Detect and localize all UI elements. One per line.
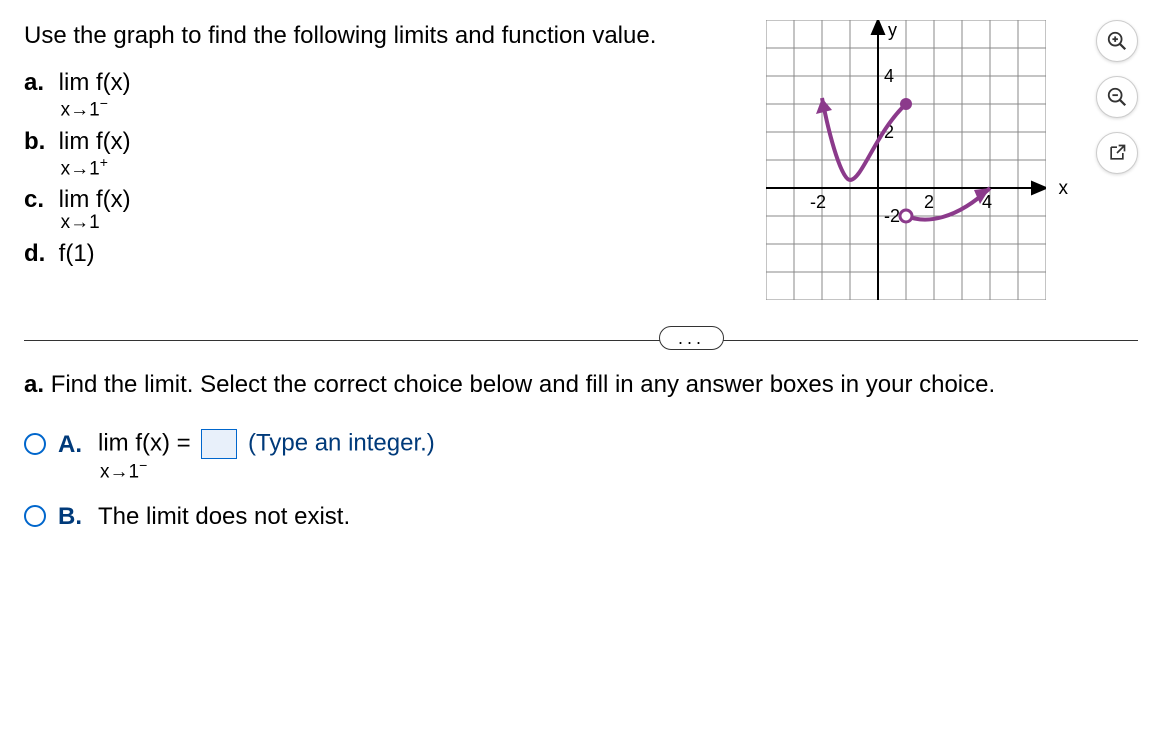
- part-a-approach: x→1−: [59, 95, 131, 121]
- choice-b-radio[interactable]: [24, 505, 46, 527]
- question-prompt-label: a.: [24, 371, 44, 398]
- instructions: Use the graph to find the following limi…: [24, 20, 746, 51]
- closed-point: [900, 98, 912, 110]
- part-d: d. f(1): [24, 240, 746, 268]
- part-b-label: b.: [24, 128, 52, 156]
- tick-xn2: -2: [810, 192, 826, 212]
- x-axis-label: x: [1059, 178, 1069, 200]
- tick-y4: 4: [884, 66, 894, 86]
- parts-list: a. lim f(x) x→1− b. lim f(x) x→1+ c. lim…: [24, 69, 746, 268]
- graph-svg: y 4 2 -2 -2 2 4: [766, 20, 1046, 300]
- part-b-lim: lim f(x): [59, 128, 131, 156]
- graph: y 4 2 -2 -2 2 4 x: [766, 20, 1046, 300]
- separator: ...: [24, 340, 1138, 341]
- choice-a-lim: lim f(x) = (Type an integer.): [98, 429, 435, 459]
- choice-a-answer-input[interactable]: [201, 429, 237, 459]
- part-c: c. lim f(x) x→1: [24, 186, 746, 234]
- part-a-label: a.: [24, 69, 52, 97]
- choice-a-label: A.: [58, 431, 86, 459]
- part-a: a. lim f(x) x→1−: [24, 69, 746, 121]
- zoom-out-button[interactable]: [1096, 76, 1138, 118]
- part-c-approach: x→1: [59, 212, 131, 234]
- zoom-in-icon: [1106, 30, 1128, 52]
- tick-x2: 2: [924, 192, 934, 212]
- open-external-icon: [1107, 143, 1127, 163]
- choice-b-text: The limit does not exist.: [98, 503, 350, 531]
- part-d-text: f(1): [59, 240, 95, 267]
- part-c-label: c.: [24, 186, 52, 214]
- part-c-lim: lim f(x): [59, 186, 131, 214]
- open-external-button[interactable]: [1096, 132, 1138, 174]
- part-b-approach: x→1+: [59, 154, 131, 180]
- choice-a-row: A. lim f(x) = (Type an integer.) x→1−: [24, 429, 1138, 483]
- part-b: b. lim f(x) x→1+: [24, 128, 746, 180]
- icon-column: [1096, 20, 1138, 174]
- y-axis-label: y: [888, 20, 897, 40]
- problem-text: Use the graph to find the following limi…: [24, 20, 746, 274]
- choice-a-hint: (Type an integer.): [248, 429, 435, 456]
- question-prompt: a. Find the limit. Select the correct ch…: [24, 371, 1138, 399]
- question-section: a. Find the limit. Select the correct ch…: [24, 371, 1138, 531]
- part-d-label: d.: [24, 240, 52, 268]
- choice-a-radio[interactable]: [24, 433, 46, 455]
- question-prompt-text: Find the limit. Select the correct choic…: [51, 371, 995, 398]
- separator-line: [24, 340, 1138, 341]
- open-point: [900, 210, 912, 222]
- expand-button[interactable]: ...: [659, 326, 724, 350]
- choice-b-row: B. The limit does not exist.: [24, 501, 1138, 531]
- part-a-lim: lim f(x): [59, 69, 131, 97]
- zoom-in-button[interactable]: [1096, 20, 1138, 62]
- choice-b-label: B.: [58, 503, 86, 531]
- choice-a-approach: x→1−: [98, 457, 435, 483]
- tick-yn2: -2: [884, 206, 900, 226]
- zoom-out-icon: [1106, 86, 1128, 108]
